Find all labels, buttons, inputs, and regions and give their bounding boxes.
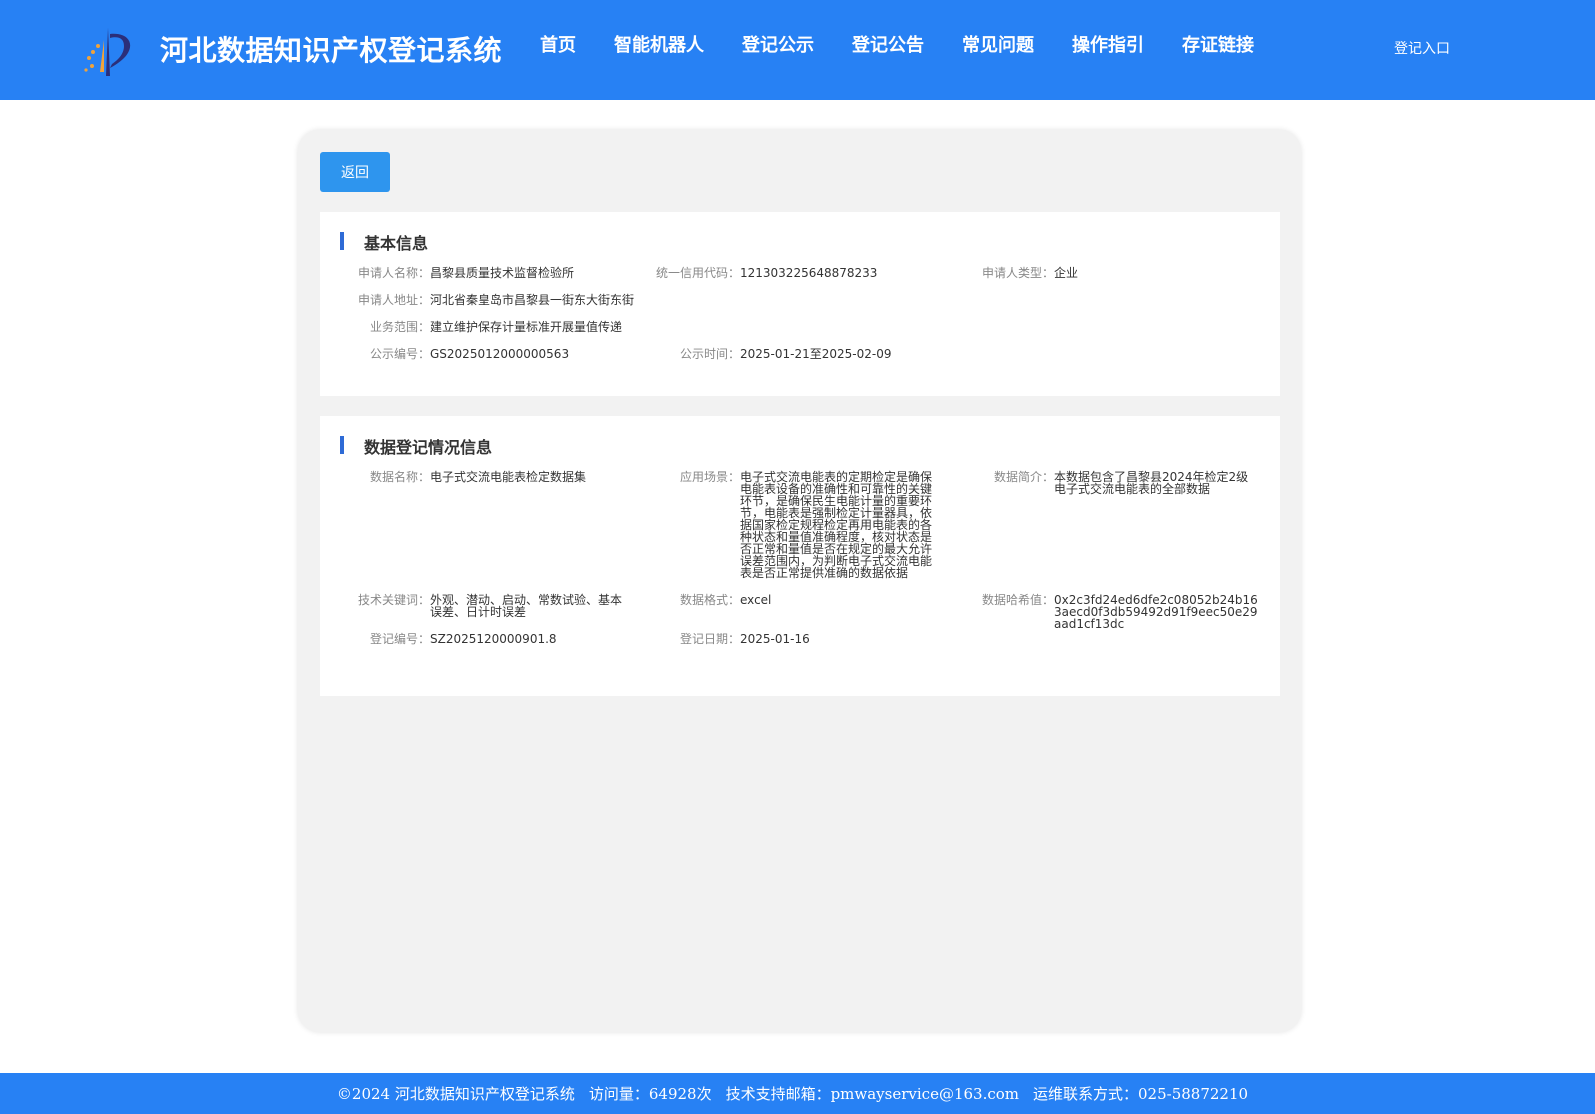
label-notice-time: 公示时间： [679,347,740,361]
site-title[interactable]: 河北数据知识产权登记系统 [160,29,502,69]
field-address: 申请人地址： 河北省秦皇岛市昌黎县一街东大街东街 [358,294,670,306]
field-reg-date: 登记日期： 2025-01-16 [656,633,936,645]
value-notice-time: 2025-01-21至2025-02-09 [740,347,892,361]
top-navbar: 河北数据知识产权登记系统 首页 智能机器人 登记公示 登记公告 常见问题 操作指… [0,0,1595,100]
field-summary: 数据简介： 本数据包含了昌黎县2024年检定2级电子式交流电能表的全部数据 [970,471,1254,495]
label-hash: 数据哈希值： [981,593,1054,607]
value-applicant-type: 企业 [1054,266,1079,280]
section-accent-bar [340,232,344,250]
login-link[interactable]: 登记入口 [1394,38,1450,58]
field-applicant-type: 申请人类型： 企业 [970,267,1254,279]
section-accent-bar [340,436,344,454]
nav-operation-guide[interactable]: 操作指引 [1072,34,1144,58]
label-scope: 业务范围： [369,320,430,334]
value-scenario: 电子式交流电能表的定期检定是确保电能表设备的准确性和可靠性的关键环节，是确保民生… [740,470,933,580]
registration-info-card: 数据登记情况信息 数据名称： 电子式交流电能表检定数据集 应用场景： 电子式交流… [320,416,1280,696]
label-keywords: 技术关键词： [358,593,431,607]
label-summary: 数据简介： [993,470,1054,484]
ip-logo-icon[interactable] [80,24,138,80]
field-notice-no: 公示编号： GS2025012000000563 [358,348,650,360]
basic-info-card: 基本信息 申请人名称： 昌黎县质量技术监督检验所 统一信用代码： 1213032… [320,212,1280,396]
value-format: excel [740,593,772,607]
nav-registration-announcement[interactable]: 登记公告 [852,34,924,58]
field-data-name: 数据名称： 电子式交流电能表检定数据集 [358,471,640,483]
section-title-registration: 数据登记情况信息 [364,438,493,457]
nav-home[interactable]: 首页 [540,34,576,58]
label-scenario: 应用场景： [679,470,740,484]
back-button[interactable]: 返回 [320,152,390,192]
label-credit-code: 统一信用代码： [656,266,741,280]
label-format: 数据格式： [679,593,740,607]
field-notice-time: 公示时间： 2025-01-21至2025-02-09 [656,348,960,360]
field-scope: 业务范围： 建立维护保存计量标准开展量值传递 [358,321,670,333]
footer-phone: 运维联系方式：025-58872210 [1033,1085,1249,1103]
footer-copyright: ©2024 河北数据知识产权登记系统 [336,1085,575,1103]
footer: ©2024 河北数据知识产权登记系统 访问量：64928次 技术支持邮箱：pmw… [0,1073,1595,1114]
label-address: 申请人地址： [358,293,431,307]
field-format: 数据格式： excel [656,594,936,606]
label-reg-date: 登记日期： [679,632,740,646]
field-hash: 数据哈希值： 0x2c3fd24ed6dfe2c08052b24b163aecd… [970,594,1260,630]
value-credit-code: 121303225648878233 [740,266,878,280]
value-reg-date: 2025-01-16 [740,632,810,646]
nav-faq[interactable]: 常见问题 [962,34,1034,58]
field-credit-code: 统一信用代码： 121303225648878233 [656,267,940,279]
value-address: 河北省秦皇岛市昌黎县一街东大街东街 [430,293,635,307]
detail-panel: 返回 基本信息 申请人名称： 昌黎县质量技术监督检验所 统一信用代码： 1213… [298,130,1301,1032]
label-applicant-name: 申请人名称： [358,266,431,280]
value-notice-no: GS2025012000000563 [430,347,570,361]
field-keywords: 技术关键词： 外观、潜动、启动、常数试验、基本误差、日计时误差 [358,594,626,618]
field-applicant-name: 申请人名称： 昌黎县质量技术监督检验所 [358,267,650,279]
value-hash: 0x2c3fd24ed6dfe2c08052b24b163aecd0f3db59… [1054,593,1258,631]
main-nav: 首页 智能机器人 登记公示 登记公告 常见问题 操作指引 存证链接 [540,34,1292,58]
value-summary: 本数据包含了昌黎县2024年检定2级电子式交流电能表的全部数据 [1054,470,1249,496]
footer-info: ©2024 河北数据知识产权登记系统 访问量：64928次 技术支持邮箱：pmw… [0,1073,1595,1114]
field-reg-no: 登记编号： SZ2025120000901.8 [358,633,640,645]
value-reg-no: SZ2025120000901.8 [430,632,557,646]
nav-evidence-link[interactable]: 存证链接 [1182,34,1254,58]
footer-visits: 访问量：64928次 [588,1085,712,1103]
nav-smart-robot[interactable]: 智能机器人 [614,34,704,58]
nav-registration-publicity[interactable]: 登记公示 [742,34,814,58]
label-applicant-type: 申请人类型： [981,266,1054,280]
section-title-basic: 基本信息 [364,234,429,253]
label-reg-no: 登记编号： [369,632,430,646]
footer-email: 技术支持邮箱：pmwayservice@163.com [725,1085,1020,1103]
field-scenario: 应用场景： 电子式交流电能表的定期检定是确保电能表设备的准确性和可靠性的关键环节… [656,471,936,579]
label-notice-no: 公示编号： [369,347,430,361]
label-data-name: 数据名称： [369,470,430,484]
value-keywords: 外观、潜动、启动、常数试验、基本误差、日计时误差 [430,593,623,619]
value-scope: 建立维护保存计量标准开展量值传递 [430,320,623,334]
value-data-name: 电子式交流电能表检定数据集 [430,470,587,484]
value-applicant-name: 昌黎县质量技术监督检验所 [430,266,575,280]
